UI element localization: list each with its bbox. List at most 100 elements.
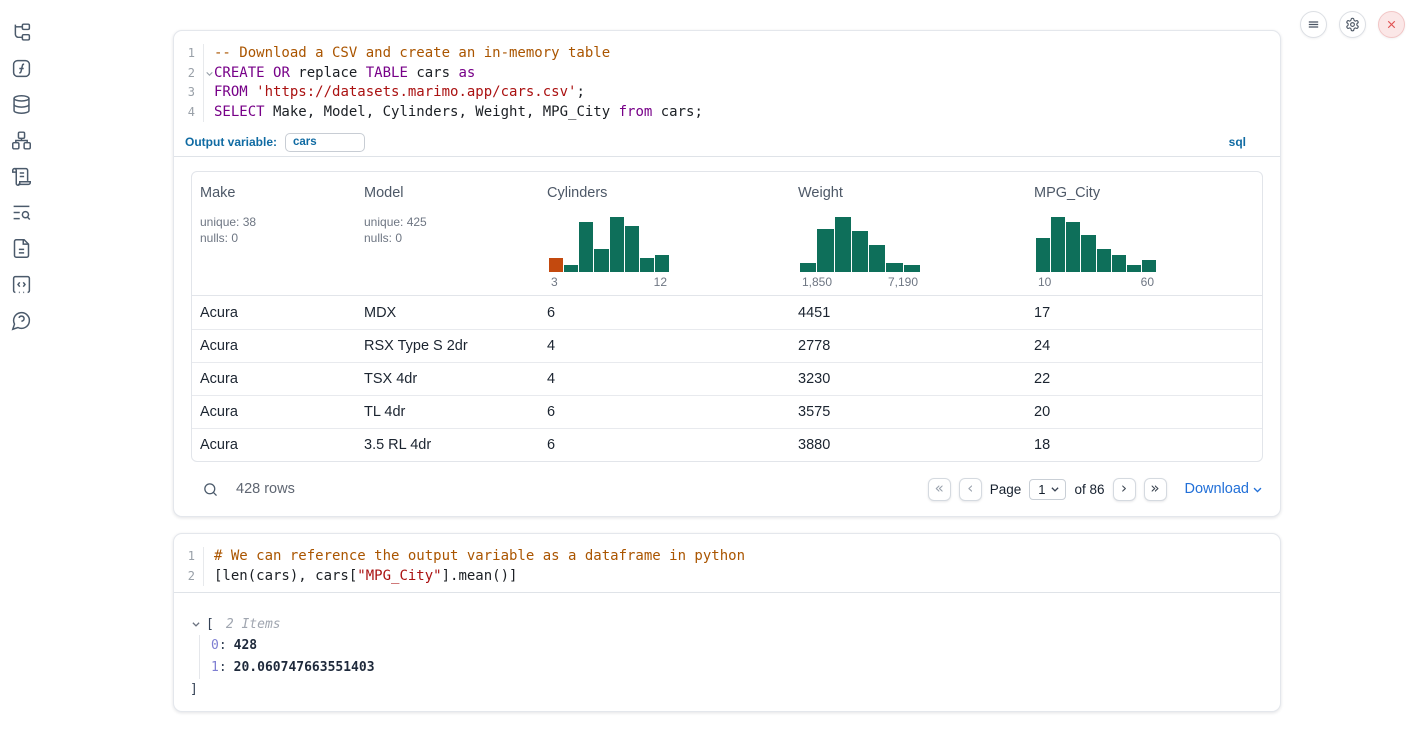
sidebar-item-scratchpad[interactable] — [10, 165, 32, 187]
output-variable-input[interactable] — [285, 133, 365, 152]
tree-collapse-icon[interactable] — [191, 619, 201, 629]
table-footer: 428 rows « ‹ Page 1 of 86 › » Download — [174, 462, 1280, 510]
menu-button[interactable] — [1300, 11, 1327, 38]
last-page-button[interactable]: » — [1144, 478, 1167, 501]
histogram-bar — [610, 217, 624, 272]
code-token: cars; — [652, 104, 703, 120]
histogram-bar — [625, 226, 639, 272]
code-token: -- Download a CSV and create an in-memor… — [214, 45, 610, 61]
prev-page-button[interactable]: ‹ — [959, 478, 982, 501]
fold-gutter[interactable] — [205, 69, 214, 78]
table-cell: Acura — [192, 437, 356, 453]
output-variable-row: Output variable: sql — [174, 128, 1280, 157]
tree-items-count: 2 Items — [226, 617, 281, 632]
table-row[interactable]: AcuraTSX 4dr4323022 — [192, 362, 1262, 395]
shutdown-button[interactable] — [1378, 11, 1405, 38]
hist-min-label: 1,850 — [802, 275, 832, 289]
histogram-bar — [1112, 255, 1126, 272]
code-line: [len(cars), cars["MPG_City"].mean()] — [204, 567, 1280, 587]
tree-open-bracket: [ — [206, 617, 214, 632]
table-row[interactable]: AcuraRSX Type S 2dr4277824 — [192, 329, 1262, 362]
first-page-button[interactable]: « — [928, 478, 951, 501]
gear-icon — [1345, 17, 1360, 32]
table-cell: 24 — [1026, 338, 1262, 354]
table-row[interactable]: AcuraTL 4dr6357520 — [192, 395, 1262, 428]
sql-cell: 1 -- Download a CSV and create an in-memo… — [173, 30, 1281, 517]
of-pages-label: of 86 — [1074, 482, 1104, 497]
row-count: 428 rows — [236, 481, 295, 497]
tree-entry: 1:20.060747663551403 — [211, 657, 1280, 679]
tree-entry-colon: : — [219, 660, 227, 675]
code-token: [len(cars), cars[ — [214, 568, 357, 584]
chevron-down-icon — [1252, 484, 1263, 495]
column-header-cylinders[interactable]: Cylinders 3 12 — [539, 172, 790, 295]
table-search-button[interactable] — [199, 478, 221, 500]
histogram-bar — [800, 263, 816, 272]
code-line: FROM 'https://datasets.marimo.app/cars.c… — [204, 83, 1280, 103]
table-cell: MDX — [356, 305, 539, 321]
code-token: "MPG_City" — [357, 568, 441, 584]
line-number: 4 — [174, 103, 204, 123]
tree-entry-colon: : — [219, 638, 227, 653]
python-code-editor[interactable]: 1# We can reference the output variable … — [174, 534, 1280, 586]
table-header: Make unique: 38 nulls: 0 Model unique: 4… — [192, 172, 1262, 296]
code-token: Make, Model, Cylinders, Weight, MPG_City — [265, 104, 619, 120]
sql-output-area: Make unique: 38 nulls: 0 Model unique: 4… — [174, 157, 1280, 462]
sidebar-item-documentation[interactable] — [10, 237, 32, 259]
histogram-bar — [564, 265, 578, 272]
table-cell: 6 — [539, 404, 790, 420]
page-select[interactable]: 1 — [1029, 479, 1066, 500]
code-token: ].mean()] — [442, 568, 518, 584]
download-button[interactable]: Download — [1185, 481, 1264, 497]
histogram-bar — [655, 255, 669, 272]
sidebar-item-file-tree[interactable] — [10, 21, 32, 43]
hist-max-label: 12 — [654, 275, 667, 289]
sidebar-item-dependencies[interactable] — [10, 129, 32, 151]
language-badge: sql — [1229, 135, 1246, 149]
hamburger-menu-icon — [1306, 17, 1321, 32]
tree-close-bracket: ] — [190, 679, 1280, 701]
code-token: # We can reference the output variable a… — [214, 548, 745, 564]
help-icon — [11, 310, 32, 331]
column-header-make[interactable]: Make unique: 38 nulls: 0 — [192, 172, 356, 295]
histogram-bar — [1066, 222, 1080, 272]
page-label: Page — [990, 482, 1022, 497]
tree-entry-value: 20.060747663551403 — [234, 660, 375, 675]
hist-min-label: 3 — [551, 275, 558, 289]
column-header-model[interactable]: Model unique: 425 nulls: 0 — [356, 172, 539, 295]
table-cell: Acura — [192, 371, 356, 387]
column-header-weight[interactable]: Weight 1,850 7,190 — [790, 172, 1026, 295]
sidebar-item-snippets[interactable] — [10, 273, 32, 295]
sidebar-item-variables[interactable] — [10, 57, 32, 79]
histogram-bar — [869, 245, 885, 272]
code-line: # We can reference the output variable a… — [204, 547, 1280, 567]
next-page-button[interactable]: › — [1113, 478, 1136, 501]
function-square-icon — [11, 58, 32, 79]
page-select-value: 1 — [1038, 482, 1045, 497]
unique-stat: unique: 425 — [364, 214, 531, 230]
column-stats: unique: 38 nulls: 0 — [200, 214, 348, 246]
histogram-bar — [852, 231, 868, 272]
column-label: Make — [200, 185, 348, 201]
histogram-bar — [1127, 265, 1141, 272]
sidebar-item-datasources[interactable] — [10, 93, 32, 115]
code-line: CREATE OR replace TABLE cars as — [204, 64, 1280, 84]
search-icon — [202, 481, 219, 498]
line-number: 2 — [174, 567, 204, 587]
settings-button[interactable] — [1339, 11, 1366, 38]
column-label: Model — [364, 185, 531, 201]
sql-code-editor[interactable]: 1-- Download a CSV and create an in-memo… — [174, 31, 1280, 122]
table-cell: 3880 — [790, 437, 1026, 453]
histogram-bar — [549, 258, 563, 272]
table-cell: Acura — [192, 338, 356, 354]
table-row[interactable]: Acura3.5 RL 4dr6388018 — [192, 428, 1262, 461]
fold-chevron-icon[interactable] — [205, 69, 214, 78]
column-header-mpg-city[interactable]: MPG_City 10 60 — [1026, 172, 1262, 295]
sidebar-item-logs[interactable] — [10, 201, 32, 223]
sidebar-item-help[interactable] — [10, 309, 32, 331]
code-token: cars — [408, 65, 459, 81]
histogram-bar — [1036, 238, 1050, 272]
table-row[interactable]: AcuraMDX6445117 — [192, 296, 1262, 329]
table-cell: 22 — [1026, 371, 1262, 387]
notebook-actions — [1300, 11, 1405, 38]
